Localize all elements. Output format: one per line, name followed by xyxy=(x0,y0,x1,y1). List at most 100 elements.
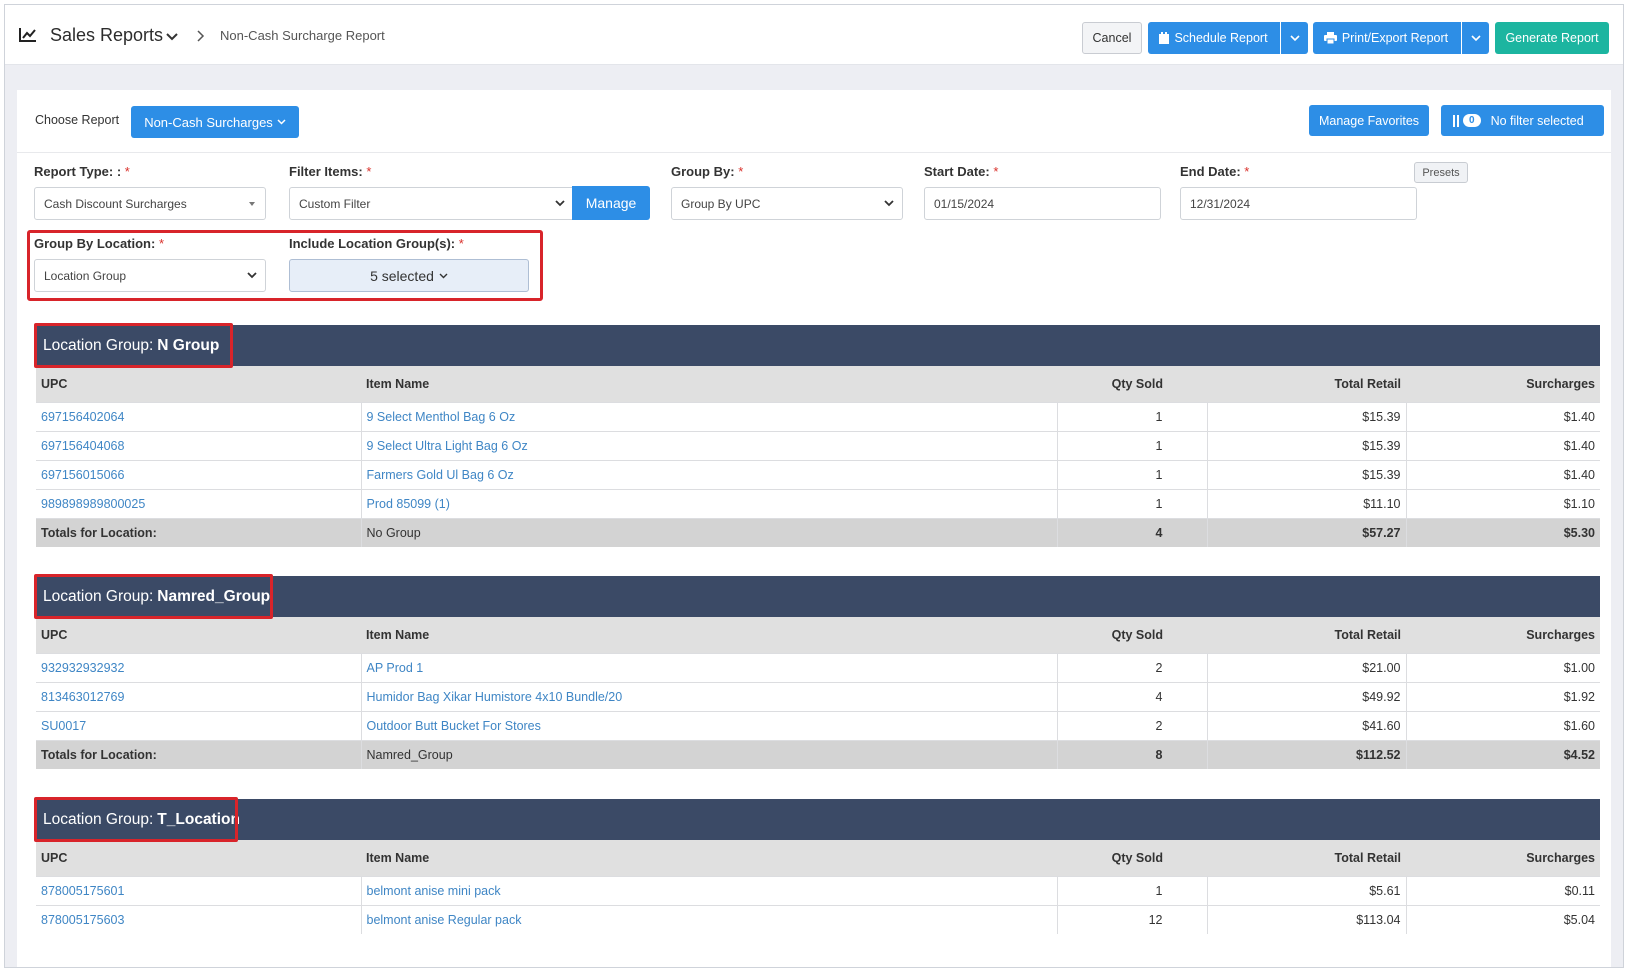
report-type-value: Cash Discount Surcharges xyxy=(44,196,187,211)
item-name-link[interactable]: belmont anise mini pack xyxy=(360,875,1057,905)
breadcrumb: Non-Cash Surcharge Report xyxy=(220,28,385,43)
chevron-down-icon xyxy=(1470,34,1481,41)
column-header-qty-sold[interactable]: Qty Sold xyxy=(1057,617,1207,653)
item-name-link[interactable]: 9 Select Ultra Light Bag 6 Oz xyxy=(360,430,1057,460)
manage-filter-button[interactable]: Manage xyxy=(572,186,650,220)
item-name-link[interactable]: belmont anise Regular pack xyxy=(360,904,1057,934)
surcharges-cell: $1.60 xyxy=(1405,710,1600,740)
schedule-report-button[interactable]: Schedule Report xyxy=(1148,22,1280,54)
total-retail-cell: $11.10 xyxy=(1206,488,1406,518)
print-dropdown-button[interactable] xyxy=(1462,22,1489,54)
manage-favorites-button[interactable]: Manage Favorites xyxy=(1309,105,1429,136)
total-retail-cell: $15.39 xyxy=(1206,430,1406,460)
manage-favorites-label: Manage Favorites xyxy=(1318,113,1420,128)
filter-status-button[interactable]: 0 No filter selected xyxy=(1441,105,1604,136)
print-export-button[interactable]: Print/Export Report xyxy=(1313,22,1461,54)
filter-items-value: Custom Filter xyxy=(299,196,371,211)
totals-label: Totals for Location: xyxy=(36,517,361,547)
column-header-upc[interactable]: UPC xyxy=(36,366,361,402)
qty-sold-cell: 1 xyxy=(1056,875,1207,905)
total-retail-cell: $49.92 xyxy=(1206,681,1406,711)
start-date-input[interactable]: 01/15/2024 xyxy=(924,187,1161,220)
report-table: UPC Item Name Qty Sold Total Retail Surcharg… xyxy=(36,840,1600,934)
column-header-upc[interactable]: UPC xyxy=(36,617,361,653)
presets-button[interactable]: Presets xyxy=(1414,162,1468,183)
column-header-total-retail[interactable]: Total Retail xyxy=(1207,840,1406,876)
table-row: 878005175601 belmont anise mini pack 1 $5.6… xyxy=(36,875,1600,905)
total-retail-cell: $41.60 xyxy=(1206,710,1406,740)
totals-qty: 4 xyxy=(1056,517,1207,547)
table-row: 989898989800025 Prod 85099 (1) 1 $11.10 $1.1… xyxy=(36,488,1600,518)
column-header-item-name[interactable]: Item Name xyxy=(361,366,1057,402)
table-row: SU0017 Outdoor Butt Bucket For Stores 2 $41… xyxy=(36,710,1600,740)
surcharges-cell: $1.40 xyxy=(1405,430,1600,460)
item-name-link[interactable]: Farmers Gold Ul Bag 6 Oz xyxy=(360,459,1057,489)
choose-report-label: Choose Report xyxy=(35,113,120,127)
chevron-down-icon xyxy=(884,200,894,207)
surcharges-cell: $1.40 xyxy=(1405,459,1600,489)
chevron-down-icon xyxy=(277,119,286,125)
table-row: 813463012769 Humidor Bag Xikar Humistore … xyxy=(36,681,1600,711)
table-row: 697156402064 9 Select Menthol Bag 6 Oz 1 $1… xyxy=(36,401,1600,431)
item-name-link[interactable]: Prod 85099 (1) xyxy=(360,488,1057,518)
totals-surcharges: $4.52 xyxy=(1405,739,1600,769)
totals-retail: $57.27 xyxy=(1206,517,1406,547)
upc-link[interactable]: SU0017 xyxy=(36,710,361,740)
column-header-surcharges[interactable]: Surcharges xyxy=(1406,840,1600,876)
schedule-dropdown-button[interactable] xyxy=(1281,22,1308,54)
column-header-item-name[interactable]: Item Name xyxy=(361,617,1057,653)
totals-retail: $112.52 xyxy=(1206,739,1406,769)
choose-report-dropdown[interactable]: Non-Cash Surcharges xyxy=(131,106,299,138)
item-name-link[interactable]: AP Prod 1 xyxy=(360,652,1057,682)
chevron-down-icon[interactable] xyxy=(165,29,179,43)
qty-sold-cell: 1 xyxy=(1056,488,1207,518)
column-header-qty-sold[interactable]: Qty Sold xyxy=(1057,840,1207,876)
qty-sold-cell: 4 xyxy=(1056,681,1207,711)
group-by-select[interactable]: Group By UPC xyxy=(671,187,903,220)
surcharges-cell: $5.04 xyxy=(1405,904,1600,934)
total-retail-cell: $113.04 xyxy=(1206,904,1406,934)
upc-link[interactable]: 878005175601 xyxy=(36,875,361,905)
upc-link[interactable]: 697156015066 xyxy=(36,459,361,489)
end-date-input[interactable]: 12/31/2024 xyxy=(1180,187,1417,220)
table-row: 697156404068 9 Select Ultra Light Bag 6 O… xyxy=(36,430,1600,460)
qty-sold-cell: 1 xyxy=(1056,401,1207,431)
cancel-button[interactable]: Cancel xyxy=(1082,22,1142,54)
column-header-item-name[interactable]: Item Name xyxy=(361,840,1057,876)
upc-link[interactable]: 989898989800025 xyxy=(36,488,361,518)
table-row: 697156015066 Farmers Gold Ul Bag 6 Oz 1 $15… xyxy=(36,459,1600,489)
column-header-upc[interactable]: UPC xyxy=(36,840,361,876)
page-title: Sales Reports xyxy=(50,25,164,45)
column-header-qty-sold[interactable]: Qty Sold xyxy=(1057,366,1207,402)
column-header-surcharges[interactable]: Surcharges xyxy=(1406,617,1600,653)
location-group-header: Location Group: T_Location xyxy=(34,797,1600,842)
print-label: Print/Export Report xyxy=(1341,31,1449,45)
item-name-link[interactable]: 9 Select Menthol Bag 6 Oz xyxy=(360,401,1057,431)
total-retail-cell: $5.61 xyxy=(1206,875,1406,905)
column-header-total-retail[interactable]: Total Retail xyxy=(1207,617,1406,653)
upc-link[interactable]: 697156402064 xyxy=(36,401,361,431)
caret-down-icon xyxy=(249,202,255,206)
item-name-link[interactable]: Outdoor Butt Bucket For Stores xyxy=(360,710,1057,740)
table-header-row: UPC Item Name Qty Sold Total Retail Surcharg… xyxy=(36,617,1600,653)
generate-label: Generate Report xyxy=(1505,31,1599,45)
start-date-label: Start Date: * xyxy=(924,164,999,179)
upc-link[interactable]: 878005175603 xyxy=(36,904,361,934)
column-header-surcharges[interactable]: Surcharges xyxy=(1406,366,1600,402)
qty-sold-cell: 1 xyxy=(1056,430,1207,460)
location-group-section: Location Group: N Group UPC Item Name Qty So… xyxy=(34,323,1600,547)
chevron-down-icon xyxy=(555,200,565,207)
highlight-box xyxy=(27,230,543,301)
totals-surcharges: $5.30 xyxy=(1405,517,1600,547)
upc-link[interactable]: 697156404068 xyxy=(36,430,361,460)
item-name-link[interactable]: Humidor Bag Xikar Humistore 4x10 Bundle/… xyxy=(360,681,1057,711)
cancel-label: Cancel xyxy=(1092,31,1132,45)
filter-items-label: Filter Items: * xyxy=(289,164,372,179)
upc-link[interactable]: 932932932932 xyxy=(36,652,361,682)
upc-link[interactable]: 813463012769 xyxy=(36,681,361,711)
report-type-select[interactable]: Cash Discount Surcharges xyxy=(34,187,266,220)
filter-items-select[interactable]: Custom Filter xyxy=(289,187,574,220)
generate-report-button[interactable]: Generate Report xyxy=(1495,22,1609,54)
report-window: Sales Reports Non-Cash Surcharge Report … xyxy=(4,4,1624,968)
column-header-total-retail[interactable]: Total Retail xyxy=(1207,366,1406,402)
